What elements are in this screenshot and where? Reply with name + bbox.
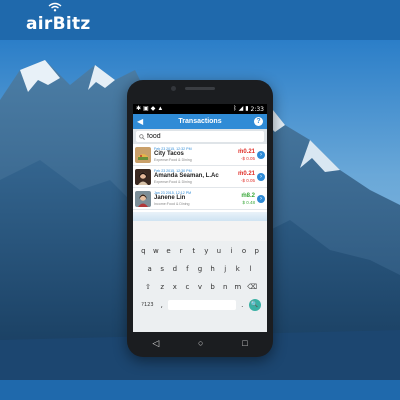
contact-photo: [135, 190, 151, 207]
transaction-amount: ṁ0.21: [237, 148, 255, 155]
transaction-amount: ṁ0.21: [237, 170, 255, 177]
search-bar: [133, 129, 267, 144]
soft-keyboard: q w e r t y u i o p a s d f g h j k l ⇧ …: [133, 241, 267, 332]
transaction-name: Janene Lin: [154, 195, 186, 201]
brand-header: airBitz: [0, 0, 400, 40]
phone-device: ✱ ▣ ◆ ▲ ᛒ ◢ ▮ 2:33 ◀ Transactions ? food…: [127, 80, 273, 357]
key-c[interactable]: c: [181, 280, 194, 294]
search-input[interactable]: [147, 131, 247, 142]
wifi-icon: [48, 2, 62, 12]
period-key[interactable]: .: [236, 298, 249, 312]
merchant-logo: [135, 146, 151, 163]
nav-back-icon[interactable]: ◁: [152, 338, 159, 348]
key-n[interactable]: n: [219, 280, 232, 294]
key-r[interactable]: r: [175, 244, 188, 258]
key-v[interactable]: v: [194, 280, 207, 294]
list-background: [133, 212, 267, 221]
key-z[interactable]: z: [156, 280, 169, 294]
transaction-category: Expense:Food & Dining: [154, 158, 192, 162]
key-g[interactable]: g: [194, 262, 207, 276]
key-a[interactable]: a: [143, 262, 156, 276]
wifi-signal-icon: ◢: [238, 106, 244, 112]
transaction-row[interactable]: Feb 23 2015, 12:30 PM Amanda Seaman, L.A…: [133, 166, 267, 188]
status-time: 2:33: [250, 105, 264, 113]
key-j[interactable]: j: [219, 262, 232, 276]
key-w[interactable]: w: [150, 244, 163, 258]
key-s[interactable]: s: [156, 262, 169, 276]
nav-recents-icon[interactable]: □: [242, 338, 247, 348]
footer-bar: [0, 380, 400, 400]
transaction-list: Feb 23 2015, 12:32 PM City Tacos Expense…: [133, 144, 267, 212]
keyboard-row-1: q w e r t y u i o p: [135, 244, 265, 258]
key-x[interactable]: x: [169, 280, 182, 294]
backspace-key-icon[interactable]: ⌫: [244, 280, 260, 294]
key-p[interactable]: p: [250, 244, 263, 258]
keyboard-row-3: ⇧ z x c v b n m ⌫: [135, 280, 265, 294]
battery-icon: ▮: [245, 106, 249, 112]
notification-icon: ▣: [143, 106, 149, 112]
keyboard-row-2: a s d f g h j k l: [135, 262, 265, 276]
key-h[interactable]: h: [206, 262, 219, 276]
key-k[interactable]: k: [231, 262, 244, 276]
logo-text: airBitz: [26, 14, 91, 34]
key-y[interactable]: y: [200, 244, 213, 258]
chevron-right-icon: ›: [257, 173, 265, 181]
transaction-fiat: -$ 0.05: [240, 177, 255, 183]
key-q[interactable]: q: [137, 244, 150, 258]
search-box[interactable]: [136, 131, 264, 142]
transaction-row[interactable]: Jan 23 2015, 12:12 PM Janene Lin Income:…: [133, 188, 267, 210]
transaction-fiat: -$ 0.05: [240, 155, 255, 161]
bluetooth-icon: ᛒ: [232, 106, 237, 112]
earpiece-speaker: [185, 87, 215, 90]
key-f[interactable]: f: [181, 262, 194, 276]
search-icon: [139, 133, 145, 140]
key-e[interactable]: e: [162, 244, 175, 258]
transaction-amount: ṁ8.2: [241, 192, 255, 199]
space-bar[interactable]: [168, 300, 236, 310]
back-arrow-icon[interactable]: ◀: [137, 117, 143, 126]
symbols-key[interactable]: ?123: [139, 298, 155, 312]
front-camera: [171, 86, 176, 91]
airbitz-logo: airBitz: [26, 2, 91, 34]
transaction-category: Expense:Food & Dining: [154, 180, 192, 184]
key-d[interactable]: d: [169, 262, 182, 276]
phone-screen: ✱ ▣ ◆ ▲ ᛒ ◢ ▮ 2:33 ◀ Transactions ? food…: [133, 104, 267, 332]
keyboard-row-4: ?123 , . 🔍: [135, 298, 265, 312]
notification-icon: ✱: [136, 106, 142, 112]
key-m[interactable]: m: [231, 280, 244, 294]
nav-home-icon[interactable]: ○: [198, 338, 203, 348]
key-l[interactable]: l: [244, 262, 257, 276]
contact-photo: [135, 168, 151, 185]
key-i[interactable]: i: [225, 244, 238, 258]
notification-icon: ▲: [157, 106, 164, 112]
key-b[interactable]: b: [206, 280, 219, 294]
transaction-name: Amanda Seaman, L.Ac: [154, 173, 219, 179]
chevron-right-icon: ›: [257, 151, 265, 159]
key-o[interactable]: o: [238, 244, 251, 258]
search-go-key-icon[interactable]: 🔍: [248, 299, 261, 311]
transaction-name: City Tacos: [154, 151, 184, 157]
transaction-row[interactable]: Feb 23 2015, 12:32 PM City Tacos Expense…: [133, 144, 267, 166]
help-icon[interactable]: ?: [254, 117, 263, 126]
transaction-fiat: $ 0.48: [242, 199, 255, 205]
comma-key[interactable]: ,: [155, 298, 168, 312]
android-nav-bar: ◁ ○ □: [133, 332, 267, 354]
chevron-right-icon: ›: [257, 195, 265, 203]
status-bar: ✱ ▣ ◆ ▲ ᛒ ◢ ▮ 2:33: [133, 104, 267, 114]
key-t[interactable]: t: [187, 244, 200, 258]
notification-icon: ◆: [150, 106, 156, 112]
shift-key-icon[interactable]: ⇧: [140, 280, 156, 294]
transaction-category: Income:Food & Dining: [154, 202, 190, 206]
app-header: ◀ Transactions ?: [133, 114, 267, 129]
key-u[interactable]: u: [213, 244, 226, 258]
page-title: Transactions: [178, 118, 222, 125]
